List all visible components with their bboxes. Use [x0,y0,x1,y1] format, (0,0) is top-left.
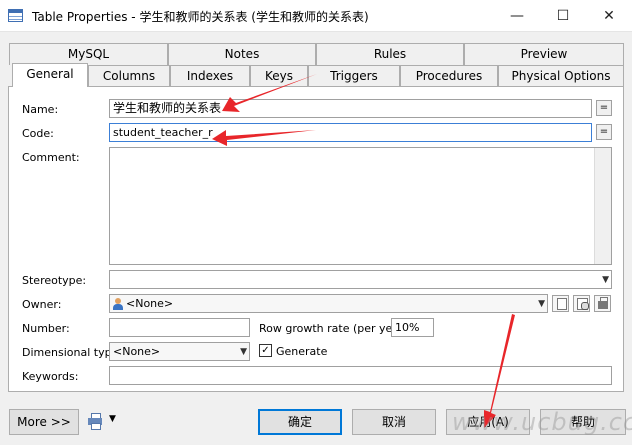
owner-value: <None> [126,297,174,310]
generate-checkbox[interactable]: ✓ [259,344,272,357]
minimize-button[interactable]: — [494,0,540,32]
tab-physical-options[interactable]: Physical Options [498,65,624,87]
window-title: Table Properties - 学生和教师的关系表 (学生和教师的关系表) [32,10,369,24]
comment-label: Comment: [22,151,80,164]
maximize-button[interactable]: ☐ [540,0,586,32]
tab-triggers[interactable]: Triggers [308,65,400,87]
dimensional-type-combo[interactable]: <None> ▼ [109,342,250,361]
chevron-down-icon: ▼ [240,347,247,357]
chevron-down-icon[interactable]: ▼ [109,414,116,424]
properties-icon[interactable] [573,295,590,312]
lock-icon[interactable] [594,295,611,312]
tab-mysql[interactable]: MySQL [9,43,168,65]
print-icon[interactable] [88,413,103,430]
tab-columns[interactable]: Columns [88,65,170,87]
tab-keys[interactable]: Keys [250,65,308,87]
row-growth-label: Row growth rate (per year): [259,322,412,335]
new-owner-icon[interactable] [552,295,569,312]
title-bar: Table Properties - 学生和教师的关系表 (学生和教师的关系表)… [0,0,632,32]
watermark-logo: www.ucbug.cc [452,408,632,436]
dimensional-type-value: <None> [113,345,161,358]
tab-rules[interactable]: Rules [316,43,464,65]
number-label: Number: [22,322,70,335]
tab-indexes[interactable]: Indexes [170,65,250,87]
tab-preview[interactable]: Preview [464,43,624,65]
dimensional-type-label: Dimensional type: [22,346,123,359]
stereotype-combo[interactable]: ▼ [109,270,612,289]
owner-combo[interactable]: <None> ▼ [109,294,548,313]
tab-procedures[interactable]: Procedures [400,65,498,87]
keywords-label: Keywords: [22,370,79,383]
close-button[interactable]: ✕ [586,0,632,32]
user-icon [113,298,123,310]
comment-textarea[interactable] [109,147,612,265]
tab-general[interactable]: General [12,63,88,87]
generate-label: Generate [276,345,328,358]
cancel-button[interactable]: 取消 [352,409,436,435]
code-input[interactable]: student_teacher_r [109,123,592,142]
code-label: Code: [22,127,54,140]
number-input[interactable] [109,318,250,337]
code-equals-button[interactable]: = [596,124,612,140]
name-input[interactable]: 学生和教师的关系表 [109,99,592,118]
row-growth-input[interactable]: 10% [391,318,434,337]
tab-notes[interactable]: Notes [168,43,316,65]
name-equals-button[interactable]: = [596,100,612,116]
keywords-input[interactable] [109,366,612,385]
chevron-down-icon: ▼ [538,299,545,309]
chevron-down-icon: ▼ [602,275,609,285]
name-label: Name: [22,103,59,116]
more-button[interactable]: More >> [9,409,79,435]
comment-scrollbar[interactable] [594,148,611,264]
owner-label: Owner: [22,298,62,311]
ok-button[interactable]: 确定 [258,409,342,435]
table-icon [8,9,23,22]
stereotype-label: Stereotype: [22,274,87,287]
